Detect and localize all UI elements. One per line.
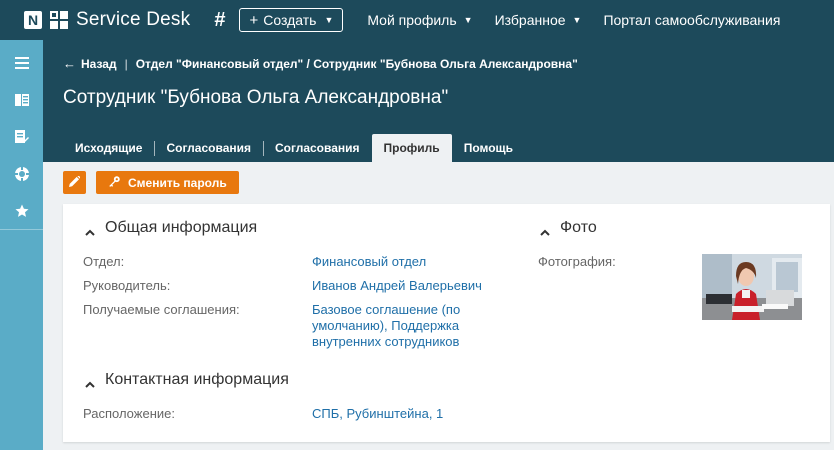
app-title: Service Desk	[76, 9, 191, 30]
chevron-up-icon	[85, 375, 95, 388]
employee-photo[interactable]	[702, 254, 802, 320]
tab-outgoing[interactable]: Исходящие	[63, 134, 154, 162]
location-link[interactable]: СПБ, Рубинштейна, 1	[312, 406, 443, 422]
department-label: Отдел:	[83, 254, 125, 269]
profile-card: Общая информация Отдел: Финансовый отдел…	[63, 204, 830, 442]
change-password-label: Сменить пароль	[128, 175, 227, 190]
tab-bar: Исходящие Согласования Согласования Проф…	[63, 134, 525, 162]
contact-info-header[interactable]: Контактная информация	[85, 371, 289, 389]
nav-my-profile-label: Мой профиль	[367, 12, 457, 28]
photo-label: Фотография:	[538, 254, 616, 269]
create-button-label: Создать	[263, 12, 317, 28]
sidebar-divider	[0, 229, 43, 230]
left-sidebar	[0, 40, 43, 450]
top-bar: N Service Desk # + Создать ▼ Мой профиль…	[0, 0, 834, 40]
book-icon[interactable]	[0, 81, 43, 118]
main-content: Сменить пароль Общая информация Отдел: Ф…	[43, 162, 834, 450]
page-title: Сотрудник "Бубнова Ольга Александровна"	[63, 87, 449, 108]
logo-grid-icon	[50, 11, 68, 29]
location-label: Расположение:	[83, 406, 175, 421]
star-icon[interactable]	[0, 192, 43, 229]
page-header: ← Назад | Отдел "Финансовый отдел" / Сот…	[43, 40, 834, 162]
breadcrumb-separator: |	[124, 56, 128, 71]
pencil-icon	[69, 174, 81, 190]
key-icon	[109, 175, 120, 190]
breadcrumb-path[interactable]: Отдел "Финансовый отдел" / Сотрудник "Бу…	[136, 57, 578, 71]
arrow-left-icon[interactable]: ←	[63, 56, 76, 71]
nav-my-profile[interactable]: Мой профиль ▼	[367, 12, 472, 28]
manager-link[interactable]: Иванов Андрей Валерьевич	[312, 278, 482, 294]
manager-label: Руководитель:	[83, 278, 171, 293]
tab-help[interactable]: Помощь	[452, 134, 525, 162]
edit-button[interactable]	[63, 171, 86, 194]
logo-n-icon: N	[24, 11, 42, 29]
agreements-label: Получаемые соглашения:	[83, 302, 240, 317]
back-link[interactable]: Назад	[81, 57, 117, 71]
nav-self-service-portal[interactable]: Портал самообслуживания	[603, 12, 780, 28]
nav-favorites[interactable]: Избранное ▼	[495, 12, 582, 28]
chevron-down-icon: ▼	[324, 15, 334, 25]
photo-title: Фото	[560, 219, 597, 236]
agreements-line-3: внутренних сотрудников	[312, 334, 460, 349]
agreements-line-2: умолчанию), Поддержка	[312, 318, 460, 333]
general-info-header[interactable]: Общая информация	[85, 219, 257, 237]
lifebuoy-icon[interactable]	[0, 155, 43, 192]
tab-profile[interactable]: Профиль	[371, 134, 452, 162]
chevron-up-icon	[85, 223, 95, 236]
breadcrumb: ← Назад | Отдел "Финансовый отдел" / Сот…	[63, 56, 578, 71]
edit-list-icon[interactable]	[0, 118, 43, 155]
general-info-title: Общая информация	[105, 219, 258, 236]
hash-icon[interactable]: #	[214, 9, 225, 32]
menu-icon[interactable]	[0, 44, 43, 81]
chevron-up-icon	[540, 223, 550, 236]
create-button[interactable]: + Создать ▼	[239, 8, 344, 32]
nav-self-service-portal-label: Портал самообслуживания	[603, 12, 781, 28]
chevron-down-icon: ▼	[572, 15, 582, 25]
tab-approvals-2[interactable]: Согласования	[263, 134, 372, 162]
change-password-button[interactable]: Сменить пароль	[96, 171, 239, 194]
agreements-links[interactable]: Базовое соглашение (по умолчанию), Подде…	[312, 302, 460, 350]
department-link[interactable]: Финансовый отдел	[312, 254, 426, 270]
action-toolbar: Сменить пароль	[63, 171, 239, 194]
app-logo[interactable]: N Service Desk	[24, 9, 190, 31]
nav-favorites-label: Избранное	[494, 12, 566, 28]
photo-header[interactable]: Фото	[540, 219, 597, 237]
chevron-down-icon: ▼	[463, 15, 473, 25]
tab-approvals-1[interactable]: Согласования	[154, 134, 263, 162]
contact-info-title: Контактная информация	[105, 371, 289, 388]
plus-icon: +	[249, 11, 259, 29]
agreements-line-1: Базовое соглашение (по	[312, 302, 461, 317]
